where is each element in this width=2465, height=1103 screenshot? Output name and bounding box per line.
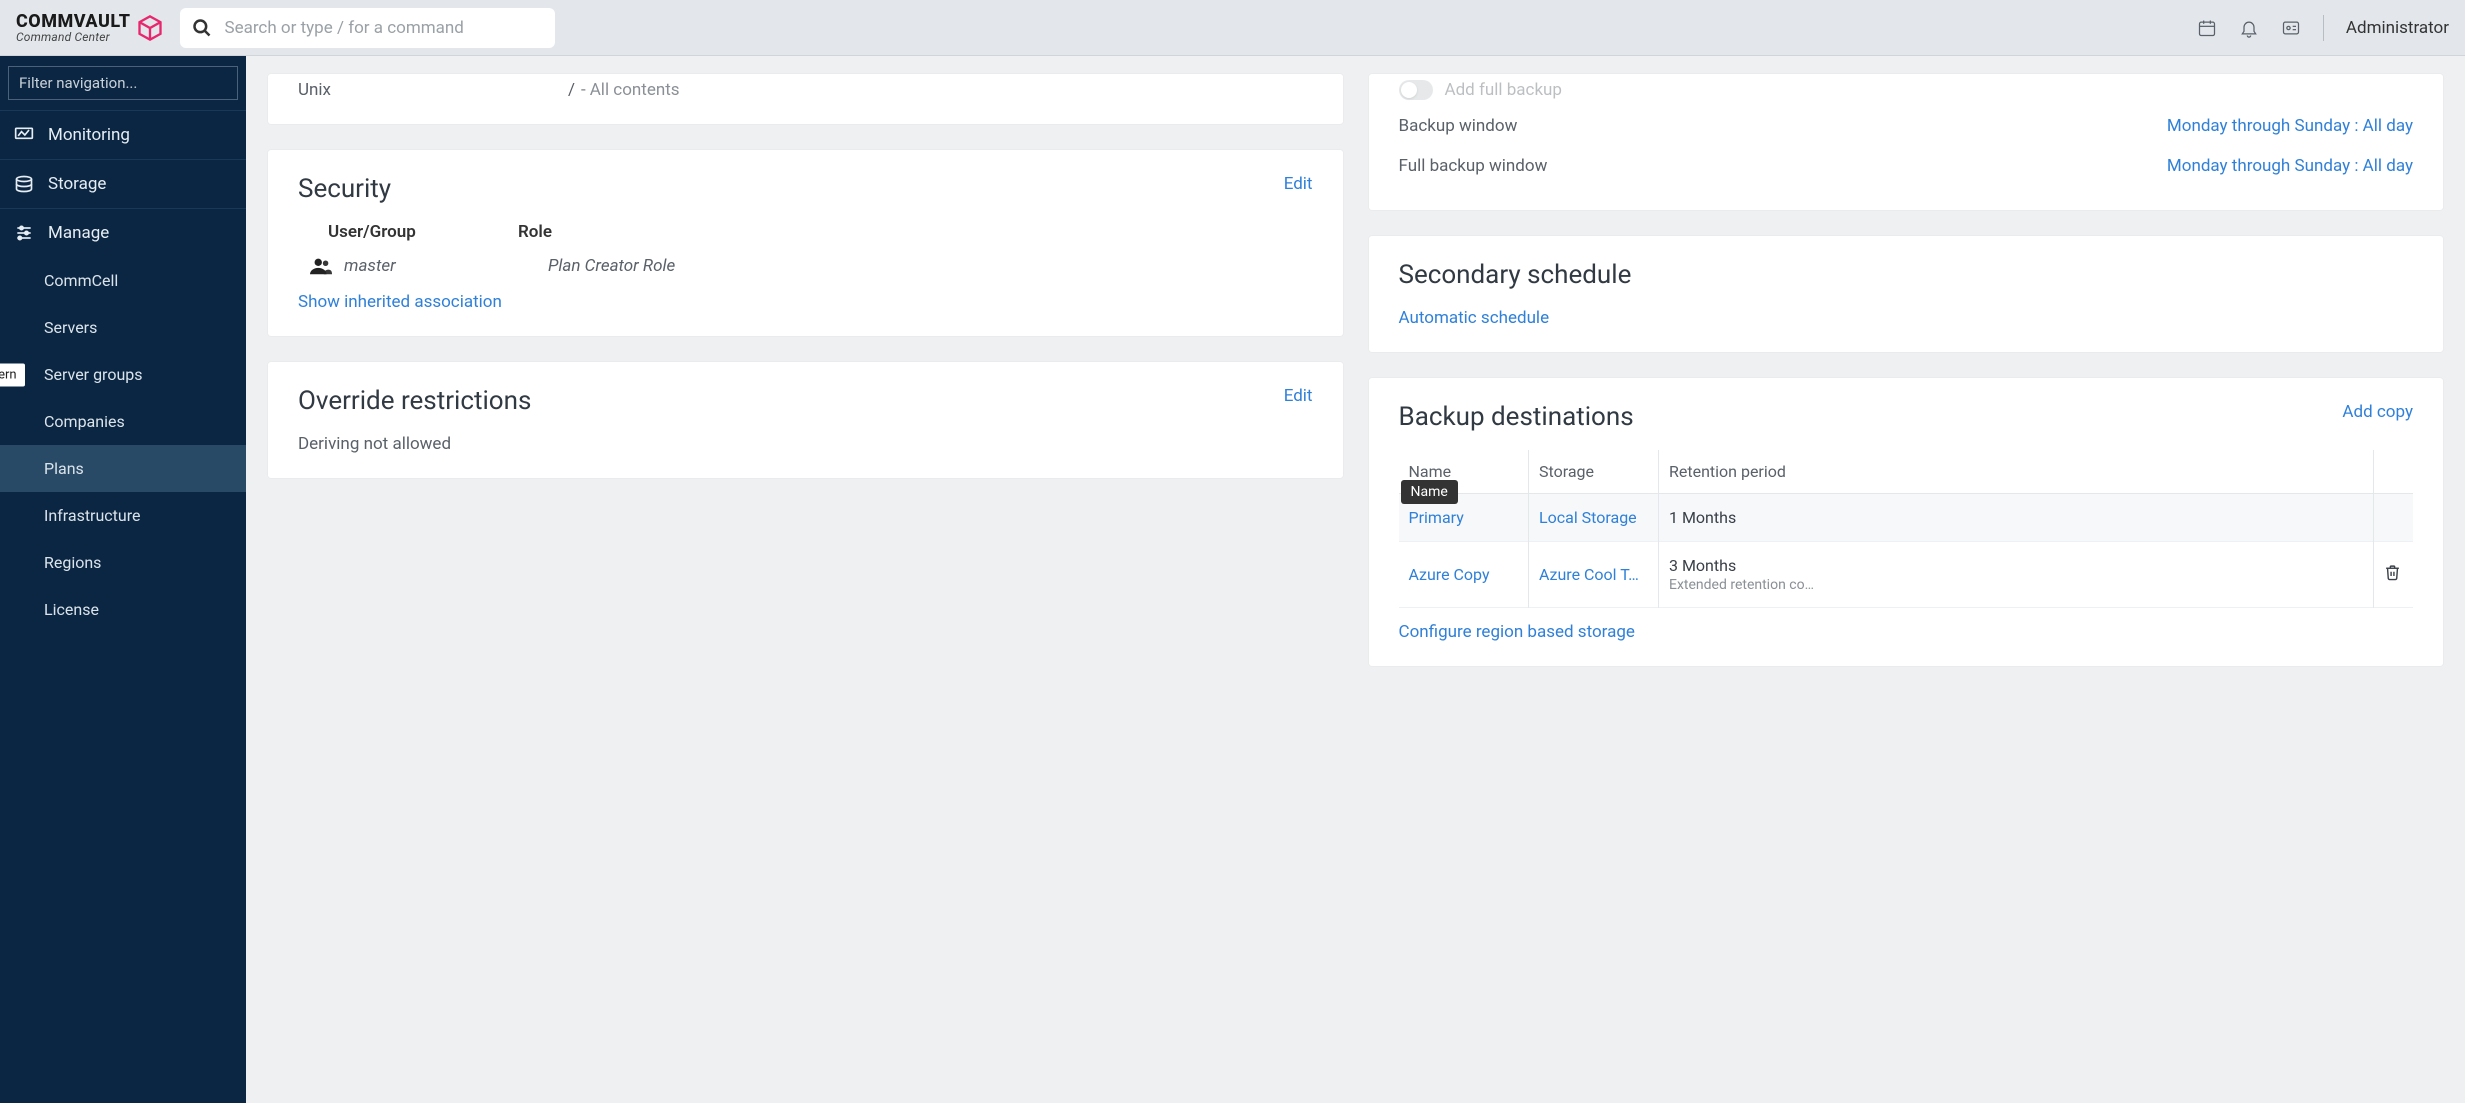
- users-icon: [310, 257, 332, 275]
- security-role: Plan Creator Role: [518, 256, 675, 276]
- header-separator: [2323, 15, 2324, 41]
- sub-companies[interactable]: Companies: [0, 398, 246, 445]
- nav-manage[interactable]: Manage: [0, 209, 246, 257]
- trash-icon[interactable]: [2384, 564, 2401, 581]
- calendar-icon[interactable]: [2197, 18, 2217, 38]
- secondary-title: Secondary schedule: [1399, 260, 2414, 290]
- nav-storage[interactable]: Storage: [0, 160, 246, 208]
- dest-storage-link[interactable]: Azure Cool T…: [1539, 565, 1639, 584]
- brand-sub: Command Center: [16, 31, 130, 43]
- search-input[interactable]: [180, 8, 555, 48]
- nav-label: Manage: [48, 223, 109, 243]
- hex-cube-icon: [136, 14, 164, 42]
- path-dash: -: [581, 80, 586, 100]
- brand-main: COMMVAULT: [16, 13, 130, 31]
- security-edit-link[interactable]: Edit: [1284, 174, 1313, 194]
- security-card: Security Edit User/Group Role master Pla…: [268, 150, 1343, 336]
- dest-retention: 3 Months: [1669, 556, 1736, 575]
- name-tooltip: Name: [1401, 480, 1458, 504]
- dest-name-link[interactable]: Azure Copy: [1409, 565, 1490, 584]
- override-edit-link[interactable]: Edit: [1284, 386, 1313, 406]
- monitor-icon: [14, 125, 34, 145]
- show-inherited-link[interactable]: Show inherited association: [298, 292, 502, 312]
- backup-destinations-card: Backup destinations Add copy Name Name S…: [1369, 378, 2444, 666]
- override-text: Deriving not allowed: [298, 434, 1313, 454]
- unix-content: All contents: [590, 80, 680, 100]
- sidebar: Monitoring Storage Manage CommCell Serve…: [0, 56, 246, 1103]
- sub-commcell[interactable]: CommCell: [0, 257, 246, 304]
- app-header: COMMVAULT Command Center Administrator: [0, 0, 2465, 56]
- add-full-backup-label: Add full backup: [1445, 80, 1562, 100]
- storage-icon: [14, 174, 34, 194]
- destinations-table: Name Name Storage Retention period Prima…: [1399, 450, 2414, 608]
- col-retention[interactable]: Retention period: [1659, 450, 2374, 494]
- col-role: Role: [518, 222, 552, 242]
- search-icon: [192, 18, 212, 38]
- nav-label: Monitoring: [48, 125, 130, 145]
- user-menu[interactable]: Administrator: [2346, 18, 2449, 38]
- security-title: Security: [298, 174, 391, 204]
- col-name[interactable]: Name Name: [1399, 450, 1529, 494]
- brand-logo: COMMVAULT Command Center: [16, 13, 164, 43]
- backup-window-link[interactable]: Monday through Sunday : All day: [2167, 116, 2413, 136]
- table-row[interactable]: Azure Copy Azure Cool T… 3 Months Extend…: [1399, 542, 2414, 608]
- security-user: master: [344, 256, 396, 276]
- override-card: Override restrictions Edit Deriving not …: [268, 362, 1343, 478]
- badge-icon[interactable]: [2281, 18, 2301, 38]
- full-backup-window-link[interactable]: Monday through Sunday : All day: [2167, 156, 2413, 176]
- sub-servers[interactable]: Servers: [0, 304, 246, 351]
- configure-region-link[interactable]: Configure region based storage: [1399, 622, 1635, 642]
- path-slash: /: [568, 80, 575, 100]
- sub-label: Server groups: [44, 365, 143, 384]
- sub-plans[interactable]: Plans: [0, 445, 246, 492]
- backup-content-card: Unix / - All contents: [268, 74, 1343, 124]
- col-user-group: User/Group: [298, 222, 518, 242]
- dest-retention: 1 Months: [1659, 494, 2374, 542]
- nav-label: Storage: [48, 174, 106, 194]
- sub-license[interactable]: License: [0, 586, 246, 633]
- sub-infrastructure[interactable]: Infrastructure: [0, 492, 246, 539]
- nav-monitoring[interactable]: Monitoring: [0, 111, 246, 159]
- add-copy-link[interactable]: Add copy: [2342, 402, 2413, 422]
- automatic-schedule-link[interactable]: Automatic schedule: [1399, 308, 1550, 328]
- sub-server-groups[interactable]: Modern Server groups: [0, 351, 246, 398]
- dest-storage-link[interactable]: Local Storage: [1539, 508, 1637, 527]
- nav-filter-input[interactable]: [8, 66, 238, 100]
- dest-name-link[interactable]: Primary: [1409, 508, 1464, 527]
- destinations-title: Backup destinations: [1399, 402, 1634, 432]
- col-actions: [2373, 450, 2413, 494]
- backup-window-label: Backup window: [1399, 116, 1518, 136]
- main-content: Unix / - All contents Security Edit User…: [246, 56, 2465, 1103]
- override-title: Override restrictions: [298, 386, 531, 416]
- col-storage[interactable]: Storage: [1529, 450, 1659, 494]
- search-wrap: [180, 8, 555, 48]
- sliders-icon: [14, 223, 34, 243]
- sub-regions[interactable]: Regions: [0, 539, 246, 586]
- full-backup-window-label: Full backup window: [1399, 156, 1548, 176]
- modern-badge: Modern: [0, 363, 25, 386]
- unix-label: Unix: [298, 80, 568, 100]
- add-full-backup-toggle[interactable]: [1399, 80, 1433, 100]
- rpo-card: Add full backup Backup window Monday thr…: [1369, 74, 2444, 210]
- secondary-schedule-card: Secondary schedule Automatic schedule: [1369, 236, 2444, 352]
- dest-retention-sub: Extended retention co…: [1669, 577, 2363, 593]
- table-row[interactable]: Primary Local Storage 1 Months: [1399, 494, 2414, 542]
- bell-icon[interactable]: [2239, 18, 2259, 38]
